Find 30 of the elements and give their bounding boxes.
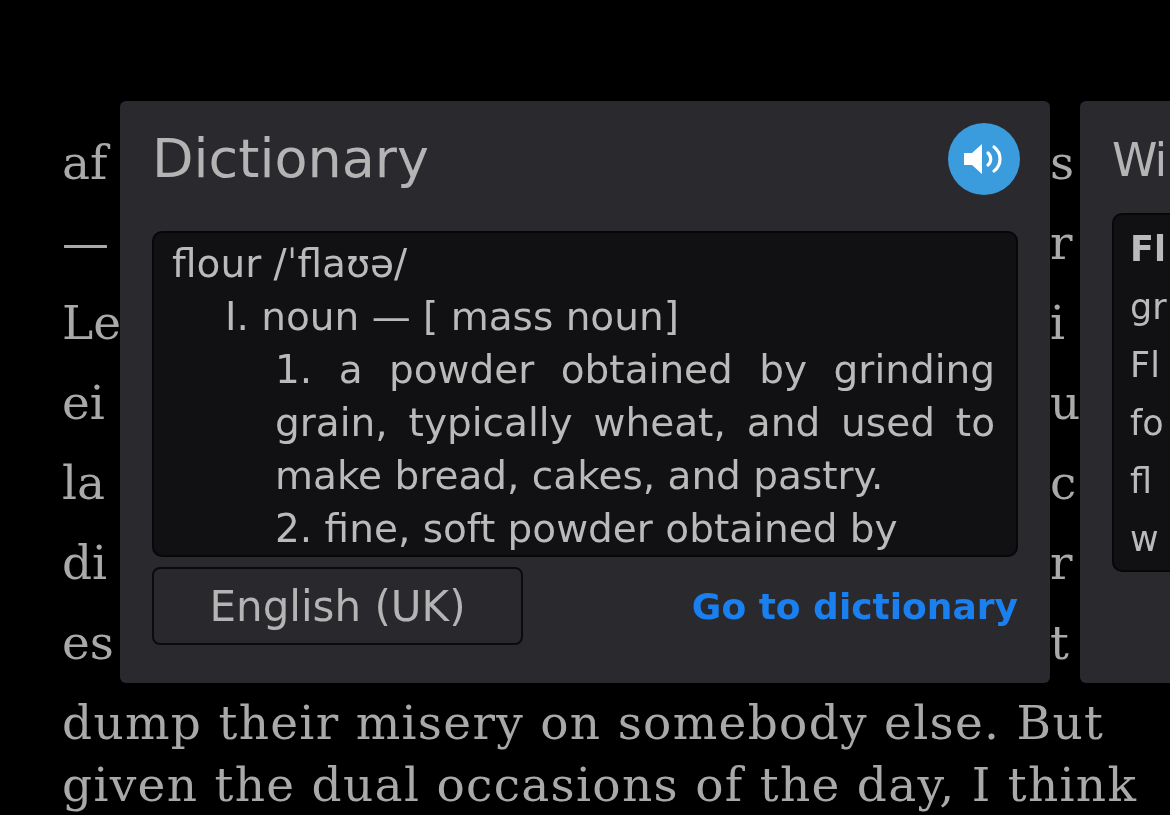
- headword: flour /ˈflaʊə/: [172, 240, 408, 288]
- book-text-line: dump their misery on somebody else. But: [62, 694, 1105, 752]
- article-text: fl: [1130, 460, 1153, 503]
- book-text-fragment: —: [62, 214, 109, 272]
- book-text-fragment: t: [1050, 614, 1069, 672]
- book-text-fragment: di: [62, 534, 108, 592]
- article-text: w: [1130, 518, 1159, 561]
- definition-text: 1. a powder obtained by grinding grain, typically wheat, and used to make bread, cakes, and pastry.: [275, 346, 995, 500]
- part-of-speech: I. noun — [ mass noun]: [225, 293, 679, 341]
- dictionary-link[interactable]: Go to dictionary: [691, 585, 1018, 627]
- article-text: fo: [1130, 402, 1164, 445]
- speaker-icon: [964, 142, 1004, 176]
- book-text-fragment: r: [1050, 534, 1073, 592]
- language-button[interactable]: English (UK): [152, 567, 523, 645]
- book-text-fragment: c: [1050, 454, 1077, 512]
- popup-title: Dictionary: [152, 127, 429, 191]
- article-text: gr: [1130, 286, 1167, 329]
- book-text-fragment: s: [1050, 134, 1075, 192]
- book-text-fragment: u: [1050, 374, 1081, 432]
- book-text-fragment: es: [62, 614, 114, 672]
- article-text: Fl: [1130, 344, 1160, 387]
- book-text-fragment: ei: [62, 374, 105, 432]
- definition-text: 2. fine, soft powder obtained by: [275, 505, 899, 553]
- article-text: Fl: [1130, 228, 1166, 271]
- popup-title: Wi: [1112, 132, 1166, 189]
- book-text-fragment: Le: [62, 294, 122, 352]
- book-text-fragment: r: [1050, 214, 1073, 272]
- book-text-fragment: la: [62, 454, 106, 512]
- book-text-fragment: i: [1050, 294, 1066, 352]
- book-text-line: given the dual occasions of the day, I think: [62, 756, 1138, 814]
